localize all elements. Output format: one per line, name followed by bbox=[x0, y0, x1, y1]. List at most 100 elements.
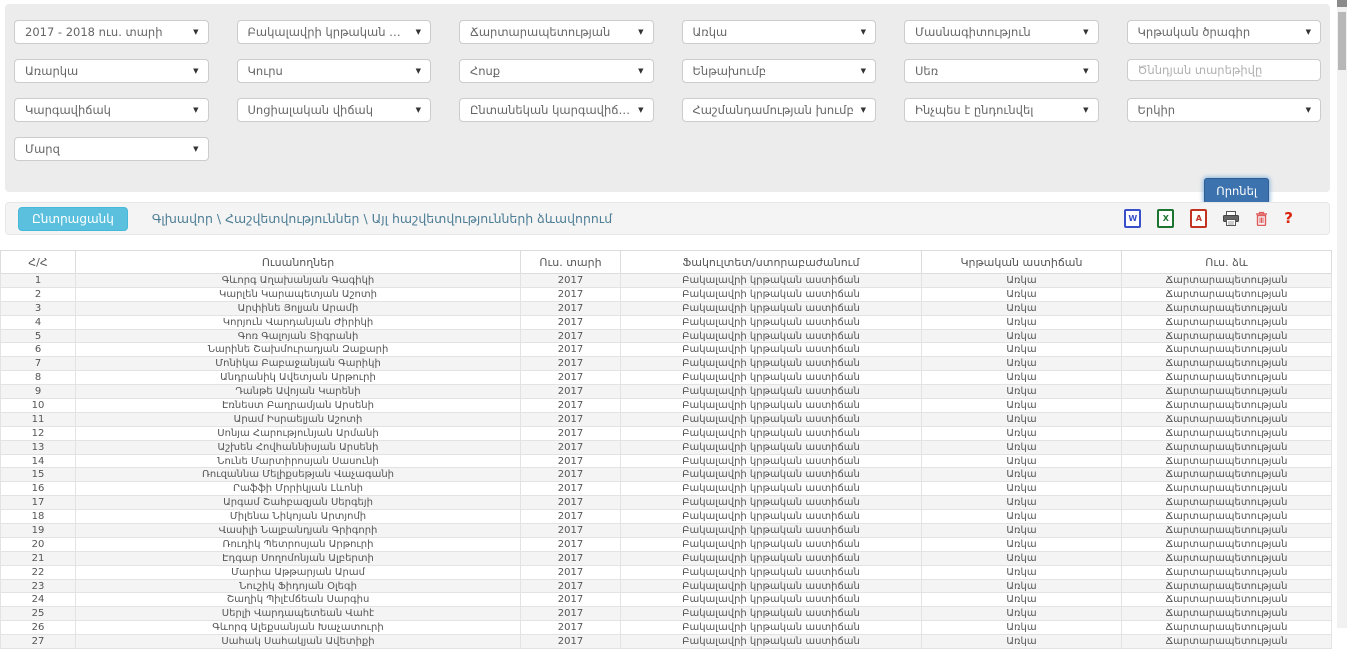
select-value: Ընտանեկան կարգավիճակ bbox=[470, 103, 632, 117]
table-row: 16Րաֆֆի Մրրիկյան Լևոնի2017Բակալավրի կրթա… bbox=[1, 482, 1332, 496]
table-row: 6Նարինե Շախմուրադյան Զաքարի2017Բակալավրի… bbox=[1, 343, 1332, 357]
table-cell: 2017 bbox=[521, 357, 621, 371]
table-cell: 1 bbox=[1, 274, 76, 288]
export-word-icon[interactable]: W bbox=[1124, 209, 1141, 228]
subgroup-select[interactable]: Ենթախումբ▼ bbox=[682, 59, 877, 83]
table-cell: Առկա bbox=[922, 537, 1122, 551]
subject-select[interactable]: Առարկա▼ bbox=[14, 59, 209, 83]
table-cell: 14 bbox=[1, 454, 76, 468]
table-cell: Ռուդիկ Պետրոսյան Արթուրի bbox=[76, 537, 521, 551]
education-degree-select[interactable]: Բակալավրի կրթական աստիճան▼ bbox=[237, 20, 432, 44]
table-cell: 2017 bbox=[521, 607, 621, 621]
gender-select[interactable]: Սեռ▼ bbox=[904, 59, 1099, 83]
table-row: 25Սերլի Վարդապետեան Վահէ2017Բակալավրի կր… bbox=[1, 607, 1332, 621]
select-value: 2017 - 2018 ուս. տարի bbox=[25, 25, 163, 39]
table-cell: Նուշիկ Ֆիդոյան Օլեգի bbox=[76, 579, 521, 593]
table-cell: Ճարտարապետության bbox=[1122, 565, 1332, 579]
table-cell: 2017 bbox=[521, 593, 621, 607]
table-cell: 2017 bbox=[521, 496, 621, 510]
column-header: Ֆակուլտետ/ստորաբաժանում bbox=[621, 251, 922, 274]
table-row: 14Նունե Մարտիրոսյան Սասունի2017Բակալավրի… bbox=[1, 454, 1332, 468]
help-icon[interactable]: ? bbox=[1284, 211, 1293, 226]
table-cell: Բակալավրի կրթական աստիճան bbox=[621, 287, 922, 301]
chevron-down-icon: ▼ bbox=[861, 28, 866, 36]
table-header-row: Հ/ՀՈւսանողներՈւս. տարիՖակուլտետ/ստորաբաժ… bbox=[1, 251, 1332, 274]
table-cell: Ճարտարապետության bbox=[1122, 496, 1332, 510]
delete-icon[interactable] bbox=[1255, 211, 1268, 226]
country-select[interactable]: Երկիր▼ bbox=[1127, 98, 1322, 122]
table-cell: Բակալավրի կրթական աստիճան bbox=[621, 357, 922, 371]
table-cell: 27 bbox=[1, 635, 76, 649]
table-cell: Ճարտարապետության bbox=[1122, 315, 1332, 329]
print-icon[interactable] bbox=[1223, 211, 1239, 226]
table-cell: Ճարտարապետության bbox=[1122, 287, 1332, 301]
table-cell: Արփինե Յոլյան Արամի bbox=[76, 301, 521, 315]
table-cell: Առկա bbox=[922, 329, 1122, 343]
table-cell: Բակալավրի կրթական աստիճան bbox=[621, 635, 922, 649]
disability-group-select[interactable]: Հաշմանդամության խումբ▼ bbox=[682, 98, 877, 122]
search-row: Որոնել bbox=[14, 178, 1321, 204]
table-cell: Բակալավրի կրթական աստիճան bbox=[621, 274, 922, 288]
menu-button[interactable]: Ընտրացանկ bbox=[18, 207, 128, 231]
table-cell: 6 bbox=[1, 343, 76, 357]
toolbar: Ընտրացանկ Գլխավոր\Հաշվետվություններ\Այլ … bbox=[5, 202, 1330, 235]
scrollbar-top-button[interactable] bbox=[1337, 0, 1347, 7]
admission-type-select[interactable]: Ինչպես է ընդունվել▼ bbox=[904, 98, 1099, 122]
vertical-scrollbar[interactable] bbox=[1337, 0, 1347, 628]
select-value: Բակալավրի կրթական աստիճան bbox=[248, 25, 410, 39]
family-status-select[interactable]: Ընտանեկան կարգավիճակ ▼ bbox=[459, 98, 654, 122]
breadcrumb-item[interactable]: Գլխավոր bbox=[152, 211, 213, 226]
table-cell: 2017 bbox=[521, 565, 621, 579]
table-cell: Առկա bbox=[922, 371, 1122, 385]
scrollbar-thumb[interactable] bbox=[1338, 12, 1346, 70]
table-cell: Բակալավրի կրթական աստիճան bbox=[621, 607, 922, 621]
table-cell: 23 bbox=[1, 579, 76, 593]
search-button[interactable]: Որոնել bbox=[1204, 178, 1269, 204]
table-cell: Բակալավրի կրթական աստիճան bbox=[621, 454, 922, 468]
table-cell: Նարինե Շախմուրադյան Զաքարի bbox=[76, 343, 521, 357]
stream-select[interactable]: Հոսք▼ bbox=[459, 59, 654, 83]
table-cell: 8 bbox=[1, 371, 76, 385]
select-value: Առկա bbox=[693, 25, 728, 39]
breadcrumb: Գլխավոր\Հաշվետվություններ\Այլ հաշվետվութ… bbox=[152, 211, 612, 226]
curriculum-select[interactable]: Կրթական ծրագիր▼ bbox=[1127, 20, 1322, 44]
table-cell: Բակալավրի կրթական աստիճան bbox=[621, 371, 922, 385]
toolbar-icons: W X A ? bbox=[1124, 209, 1317, 228]
table-cell: 2017 bbox=[521, 329, 621, 343]
table-cell: 2017 bbox=[521, 371, 621, 385]
select-value: Կարգավիճակ bbox=[25, 103, 111, 117]
chevron-down-icon: ▼ bbox=[861, 106, 866, 114]
faculty-select[interactable]: Ճարտարապետության▼ bbox=[459, 20, 654, 44]
specialty-select[interactable]: Մասնագիտություն▼ bbox=[904, 20, 1099, 44]
table-cell: Բակալավրի կրթական աստիճան bbox=[621, 593, 922, 607]
breadcrumb-item[interactable]: Հաշվետվություններ bbox=[225, 211, 359, 226]
table-cell: Բակալավրի կրթական աստիճան bbox=[621, 315, 922, 329]
table-cell: Բակալավրի կրթական աստիճան bbox=[621, 426, 922, 440]
status-select[interactable]: Կարգավիճակ▼ bbox=[14, 98, 209, 122]
table-cell: 3 bbox=[1, 301, 76, 315]
table-cell: 19 bbox=[1, 524, 76, 538]
table-cell: 2 bbox=[1, 287, 76, 301]
table-cell: 2017 bbox=[521, 301, 621, 315]
table-cell: Ճարտարապետության bbox=[1122, 454, 1332, 468]
breadcrumb-separator: \ bbox=[363, 211, 367, 226]
export-excel-icon[interactable]: X bbox=[1157, 209, 1174, 228]
table-cell: 2017 bbox=[521, 274, 621, 288]
table-cell: Սերլի Վարդապետեան Վահէ bbox=[76, 607, 521, 621]
chevron-down-icon: ▼ bbox=[638, 106, 643, 114]
chevron-down-icon: ▼ bbox=[193, 28, 198, 36]
table-cell: Բակալավրի կրթական աստիճան bbox=[621, 551, 922, 565]
chevron-down-icon: ▼ bbox=[416, 67, 421, 75]
export-pdf-icon[interactable]: A bbox=[1190, 209, 1207, 228]
region-select[interactable]: Մարզ▼ bbox=[14, 137, 209, 161]
study-form-select[interactable]: Առկա ▼ bbox=[682, 20, 877, 44]
table-cell: 2017 bbox=[521, 399, 621, 413]
table-cell: Աշխեն Հովհաննիսյան Արսենի bbox=[76, 440, 521, 454]
social-status-select[interactable]: Սոցիալական վիճակ▼ bbox=[237, 98, 432, 122]
birth-year-input[interactable] bbox=[1127, 59, 1322, 81]
course-select[interactable]: Կուրս▼ bbox=[237, 59, 432, 83]
breadcrumb-item[interactable]: Այլ հաշվետվությունների ձևավորում bbox=[372, 211, 613, 226]
table-row: 1Գևորգ Աղախանյան Գագիկի2017Բակալավրի կրթ… bbox=[1, 274, 1332, 288]
academic-year-select[interactable]: 2017 - 2018 ուս. տարի ▼ bbox=[14, 20, 209, 44]
select-value: Հոսք bbox=[470, 64, 500, 78]
